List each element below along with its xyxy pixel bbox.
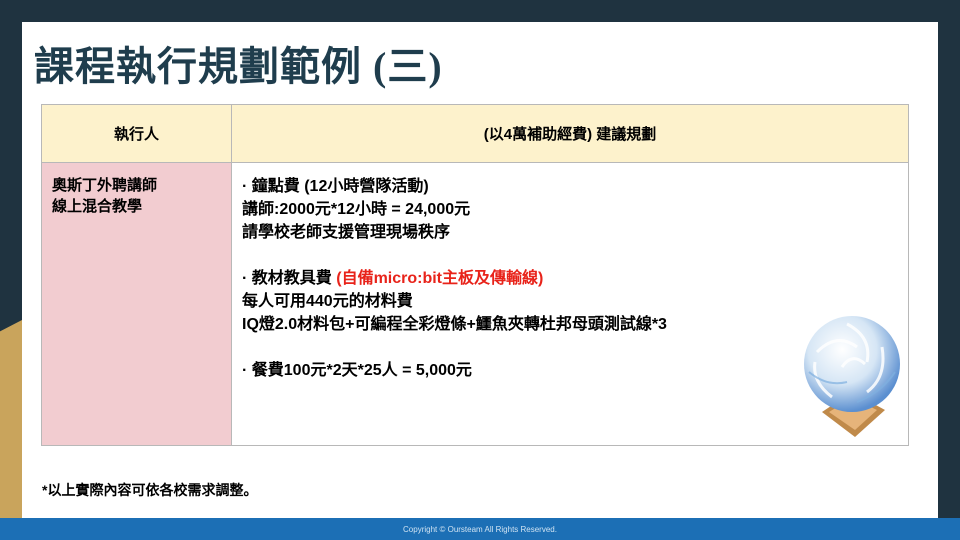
- iq-lamp-image: [804, 316, 900, 437]
- executor-line: 奧斯丁外聘講師: [52, 177, 158, 194]
- materials-heading-red: (自備micro:bit主板及傳輸線): [336, 270, 544, 287]
- slide: 課程執行規劃範例 (三) 執行人 (以4萬補助經費) 建議規劃 奧斯丁外聘講師 …: [22, 22, 938, 518]
- footer: Copyright © Oursteam All Rights Reserved…: [0, 518, 960, 540]
- fee-line: 請學校老師支援管理現場秩序: [242, 224, 451, 241]
- plan-table: 執行人 (以4萬補助經費) 建議規劃 奧斯丁外聘講師 線上混合教學 · 鐘點費 …: [41, 104, 909, 446]
- fee-line: 講師:2000元*12小時 = 24,000元: [242, 201, 471, 218]
- executor-line: 線上混合教學: [52, 198, 143, 215]
- header-executor: 執行人: [42, 105, 232, 163]
- executor-cell: 奧斯丁外聘講師 線上混合教學: [42, 163, 232, 445]
- page-title: 課程執行規劃範例 (三): [34, 44, 443, 89]
- fee-heading: · 鐘點費 (12小時營隊活動): [242, 178, 429, 195]
- materials-heading: · 教材教具費 (自備micro:bit主板及傳輸線): [242, 267, 898, 290]
- header-plan: (以4萬補助經費) 建議規劃: [232, 105, 908, 163]
- note: *以上實際內容可依各校需求調整。: [42, 482, 258, 498]
- materials-heading-text: · 教材教具費: [242, 270, 337, 287]
